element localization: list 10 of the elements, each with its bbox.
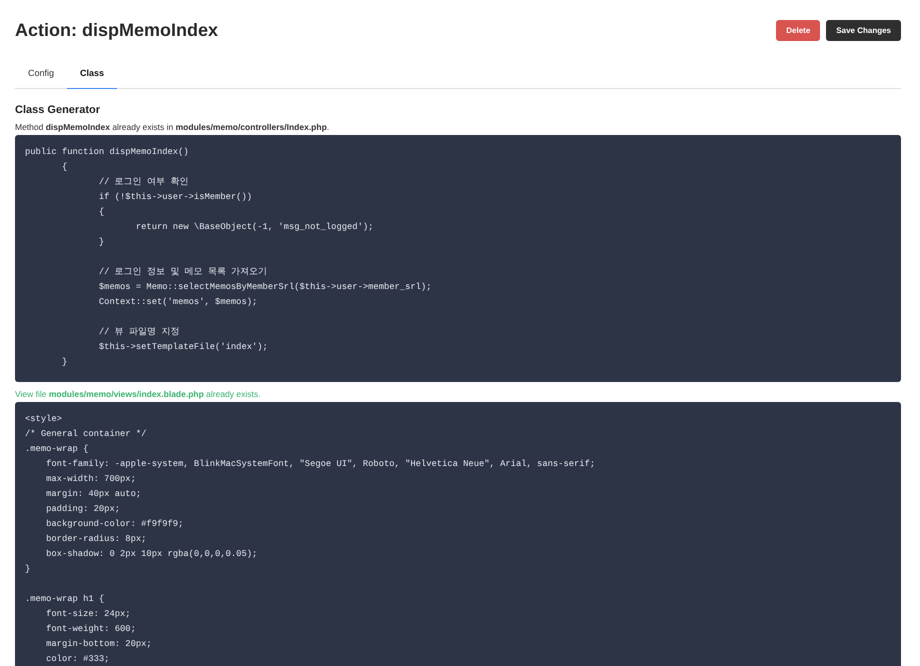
tab[interactable]: Class	[67, 60, 118, 89]
tab[interactable]: Config	[15, 60, 68, 89]
page-title: Action: dispMemoIndex	[15, 20, 218, 40]
status-message: View file modules/memo/views/index.blade.php already exists.	[15, 389, 262, 399]
delete-button[interactable]: Delete	[776, 20, 820, 40]
section-title: Class Generator	[15, 104, 101, 116]
save-button[interactable]: Save Changes	[826, 20, 901, 40]
code-block: public function dispMemoIndex() { // 로그인 여부 확인 if (!$this->user->isMember()) { return new \BaseObject(-1, 'msg_not_logged'); } // 로그인 정보 및 메모 목록 가져오기 $memos = Memo::selectMemosByMemberSrl($this->user->member_srl); Context::set('memos', $memos); // 뷰 파일명 지정 $this->setTemplateFile('index'); }	[15, 135, 901, 382]
status-message: Method dispMemoIndex already exists in modules/memo/controllers/Index.php.	[15, 122, 330, 132]
code-block: <style> /* General container */ .memo-wrap { font-family: -apple-system, BlinkMacSystemFont, "Segoe UI", Roboto, "Helvetica Neue", Arial, sans-serif; max-width: 700px; margin: 40px auto; padding: 20px; background-color: #f9f9f9; border-radius: 8px; box-shadow: 0 2px 10px rgba(0,0,0,0.05); } .memo-wrap h1 { font-size: 24px; font-weight: 600; margin-bottom: 20px; color: #333;	[15, 402, 901, 666]
